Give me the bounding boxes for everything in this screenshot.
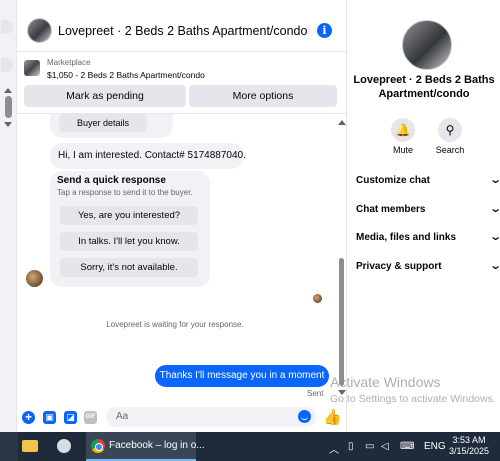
language-indicator[interactable]: ENG xyxy=(424,441,446,452)
mute-button[interactable]: 🔔 Mute xyxy=(388,118,418,155)
gif-icon[interactable]: GIF xyxy=(84,411,97,424)
section-label: Privacy & support xyxy=(356,261,442,272)
chevron-down-icon: ⌄ xyxy=(489,259,500,272)
search-button[interactable]: ⚲ Search xyxy=(435,118,465,155)
network-icon[interactable]: ▭ xyxy=(365,441,374,452)
message-list: Buyer details Hi, I am interested. Conta… xyxy=(17,114,347,404)
chat-header: Lovepreet · 2 Beds 2 Baths Apartment/con… xyxy=(17,0,347,52)
message-input[interactable]: Aa xyxy=(106,407,316,427)
volume-icon[interactable]: ◁ xyxy=(381,441,389,452)
scrollbar-thumb[interactable] xyxy=(5,96,12,118)
search-icon: ⚲ xyxy=(438,118,462,142)
clock-date: 3/15/2025 xyxy=(448,446,490,456)
left-strip xyxy=(0,0,17,432)
chevron-down-icon: ⌄ xyxy=(489,173,500,186)
section-media-files-links[interactable]: Media, files and links ⌄ xyxy=(356,231,500,248)
clock[interactable]: 3:53 AM 3/15/2025 xyxy=(446,435,492,457)
mark-as-pending-button[interactable]: Mark as pending xyxy=(24,85,186,107)
taskbar: Facebook – log in o... ︿ ▯ ▭ ◁ ⌨ ENG 3:5… xyxy=(0,432,500,461)
info-icon[interactable]: i xyxy=(317,23,332,38)
activate-windows-subtitle: Go to Settings to activate Windows. xyxy=(330,393,496,405)
photo-icon[interactable]: ▣ xyxy=(43,411,56,424)
activate-windows-title: Activate Windows xyxy=(330,374,441,390)
chat-window: Lovepreet · 2 Beds 2 Baths Apartment/con… xyxy=(17,0,347,432)
keyboard-icon[interactable]: ⌨ xyxy=(400,441,414,452)
sticker-icon[interactable]: ◪ xyxy=(64,411,77,424)
scroll-up-arrow[interactable] xyxy=(4,88,12,93)
section-customize-chat[interactable]: Customize chat ⌄ xyxy=(356,174,500,191)
chevron-down-icon: ⌄ xyxy=(489,202,500,215)
section-label: Chat members xyxy=(356,204,426,215)
quick-response-title: Send a quick response xyxy=(57,175,166,186)
quick-response-subtitle: Tap a response to send it to the buyer. xyxy=(57,188,193,197)
more-options-button[interactable]: More options xyxy=(189,85,337,107)
chevron-up-icon[interactable]: ︿ xyxy=(329,441,339,456)
plus-icon[interactable]: + xyxy=(22,411,35,424)
chat-title[interactable]: Lovepreet · 2 Beds 2 Baths Apartment/con… xyxy=(58,24,307,38)
marketplace-banner: Marketplace $1,050 - 2 Beds 2 Baths Apar… xyxy=(17,52,347,114)
waiting-notice: Lovepreet is waiting for your response. xyxy=(106,320,244,329)
message-scrollbar[interactable] xyxy=(337,118,346,400)
listing-link[interactable]: $1,050 - 2 Beds 2 Baths Apartment/condo xyxy=(47,70,205,80)
buyer-details-button[interactable]: Buyer details xyxy=(59,114,147,132)
section-label: Media, files and links xyxy=(356,232,457,243)
start-button[interactable] xyxy=(0,432,18,461)
sender-avatar[interactable] xyxy=(26,270,43,287)
section-privacy-support[interactable]: Privacy & support ⌄ xyxy=(356,260,500,277)
quick-reply-button[interactable]: In talks. I'll let you know. xyxy=(60,232,198,251)
mute-label: Mute xyxy=(392,145,413,155)
bell-icon: 🔔 xyxy=(391,118,415,142)
section-label: Customize chat xyxy=(356,175,430,186)
quick-reply-button[interactable]: Sorry, it's not available. xyxy=(60,258,198,277)
scroll-up-arrow[interactable] xyxy=(338,120,346,125)
listing-thumbnail[interactable] xyxy=(24,60,40,76)
emoji-icon[interactable] xyxy=(298,410,311,423)
profile-avatar[interactable] xyxy=(402,20,452,70)
chrome-icon xyxy=(91,439,105,453)
search-label: Search xyxy=(435,145,465,155)
scroll-down-arrow[interactable] xyxy=(4,122,12,127)
chrome-tab-title: Facebook – log in o... xyxy=(109,440,205,451)
file-explorer-icon[interactable] xyxy=(22,440,38,452)
seen-avatar xyxy=(313,294,322,303)
chevron-down-icon: ⌄ xyxy=(489,230,500,243)
section-chat-members[interactable]: Chat members ⌄ xyxy=(356,203,500,220)
incoming-message: Hi, I am interested. Contact# 5174887040… xyxy=(50,143,246,169)
system-tray-icon[interactable]: ▯ xyxy=(348,441,354,452)
marketplace-label: Marketplace xyxy=(47,58,91,67)
outgoing-message: Thanks I'll message you in a moment xyxy=(155,365,329,387)
like-icon[interactable]: 👍 xyxy=(323,408,342,426)
chat-info-panel: Lovepreet · 2 Beds 2 Baths Apartment/con… xyxy=(348,0,500,432)
chat-list-item[interactable] xyxy=(1,58,13,72)
sent-status: Sent xyxy=(307,389,324,398)
app-icon[interactable] xyxy=(57,439,71,453)
profile-name: Lovepreet · 2 Beds 2 Baths Apartment/con… xyxy=(353,74,495,100)
scrollbar-thumb[interactable] xyxy=(339,258,344,386)
chat-list-item[interactable] xyxy=(1,20,13,34)
clock-time: 3:53 AM xyxy=(452,435,486,445)
chrome-taskbar-button[interactable]: Facebook – log in o... xyxy=(86,432,205,461)
quick-reply-button[interactable]: Yes, are you interested? xyxy=(60,206,198,225)
listing-avatar[interactable] xyxy=(27,18,52,43)
composer: + ▣ ◪ GIF Aa 👍 xyxy=(17,404,347,432)
